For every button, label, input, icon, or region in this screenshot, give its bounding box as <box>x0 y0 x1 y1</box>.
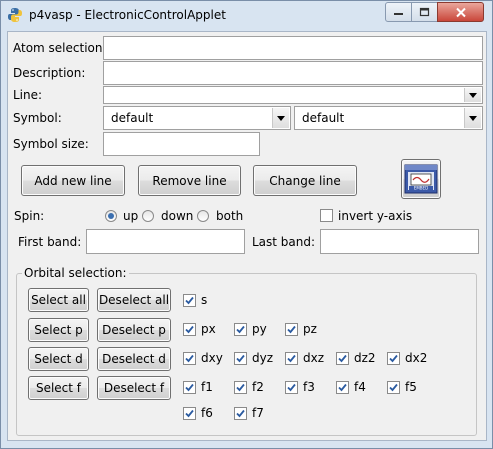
symbol-label: Symbol: <box>13 111 62 125</box>
minimize-button[interactable] <box>385 2 412 22</box>
select-d-button[interactable]: Select d <box>28 347 89 371</box>
add-new-line-button[interactable]: Add new line <box>21 165 125 196</box>
orbital-f2-label: f2 <box>252 380 264 394</box>
symbol-value-2: default <box>302 111 345 125</box>
orbital-f6-label: f6 <box>201 406 213 420</box>
chevron-down-icon[interactable] <box>464 88 481 102</box>
applet-panel: Atom selection: Description: Line: Symbo… <box>7 31 487 441</box>
svg-text:EMBED: EMBED <box>414 186 428 191</box>
spin-down-label: down <box>161 209 194 223</box>
symbol-dropdown-1[interactable]: default <box>103 106 291 130</box>
app-window: p4vasp - ElectronicControlApplet Atom se… <box>0 0 493 449</box>
orbital-f2-checkbox[interactable] <box>234 381 247 394</box>
symbol-value-1: default <box>111 111 154 125</box>
orbital-dx2-label: dx2 <box>405 351 428 365</box>
deselect-d-button[interactable]: Deselect d <box>97 347 171 371</box>
orbital-selection-title: Orbital selection: <box>22 266 129 280</box>
first-band-input[interactable] <box>86 229 245 254</box>
chevron-down-icon[interactable] <box>272 108 289 128</box>
orbital-dx2-checkbox[interactable] <box>387 352 400 365</box>
line-label: Line: <box>13 88 43 102</box>
orbital-pz-checkbox[interactable] <box>285 323 298 336</box>
orbital-f3-checkbox[interactable] <box>285 381 298 394</box>
orbital-py-checkbox[interactable] <box>234 323 247 336</box>
deselect-f-button[interactable]: Deselect f <box>97 376 171 400</box>
deselect-all-button[interactable]: Deselect all <box>97 288 171 312</box>
orbital-pz-label: pz <box>303 322 317 336</box>
select-f-button[interactable]: Select f <box>28 376 89 400</box>
symbol-size-input[interactable] <box>103 132 260 156</box>
description-input[interactable] <box>103 61 483 85</box>
remove-line-button[interactable]: Remove line <box>138 165 241 196</box>
select-all-button[interactable]: Select all <box>28 288 89 312</box>
embed-button[interactable]: EMBED <box>401 159 441 199</box>
spin-label: Spin: <box>14 209 45 223</box>
orbital-f4-label: f4 <box>354 380 366 394</box>
orbital-dxy-label: dxy <box>201 351 223 365</box>
spin-up-radio[interactable] <box>105 210 117 222</box>
orbital-f3-label: f3 <box>303 380 315 394</box>
deselect-p-button[interactable]: Deselect p <box>97 318 171 342</box>
close-icon <box>455 7 466 17</box>
orbital-f5-checkbox[interactable] <box>387 381 400 394</box>
embed-icon: EMBED <box>404 164 438 194</box>
close-button[interactable] <box>437 2 484 22</box>
maximize-button[interactable] <box>411 2 438 22</box>
orbital-dxz-label: dxz <box>303 351 325 365</box>
orbital-f5-label: f5 <box>405 380 417 394</box>
maximize-icon <box>419 7 429 17</box>
orbital-f4-checkbox[interactable] <box>336 381 349 394</box>
symbol-dropdown-2[interactable]: default <box>294 106 483 130</box>
spin-down-radio[interactable] <box>142 210 154 222</box>
orbital-f6-checkbox[interactable] <box>183 407 196 420</box>
orbital-f7-label: f7 <box>252 406 264 420</box>
change-line-button[interactable]: Change line <box>253 165 357 196</box>
select-p-button[interactable]: Select p <box>28 318 89 342</box>
atom-selection-input[interactable] <box>103 36 483 60</box>
orbital-s-checkbox[interactable] <box>183 294 196 307</box>
orbital-f7-checkbox[interactable] <box>234 407 247 420</box>
window-title: p4vasp - ElectronicControlApplet <box>29 8 226 22</box>
line-dropdown[interactable] <box>103 86 483 104</box>
orbital-f1-label: f1 <box>201 380 213 394</box>
spin-both-radio[interactable] <box>197 210 209 222</box>
invert-y-axis-checkbox[interactable] <box>320 209 333 222</box>
orbital-px-checkbox[interactable] <box>183 323 196 336</box>
spin-up-label: up <box>123 209 139 223</box>
title-bar[interactable]: p4vasp - ElectronicControlApplet <box>1 1 492 29</box>
python-icon <box>7 7 23 23</box>
description-label: Description: <box>13 66 86 80</box>
orbital-dyz-checkbox[interactable] <box>234 352 247 365</box>
invert-y-axis-label: invert y-axis <box>338 209 413 223</box>
orbital-py-label: py <box>252 322 267 336</box>
last-band-label: Last band: <box>252 235 316 249</box>
orbital-dxz-checkbox[interactable] <box>285 352 298 365</box>
orbital-dz2-checkbox[interactable] <box>336 352 349 365</box>
orbital-dz2-label: dz2 <box>354 351 376 365</box>
spin-both-label: both <box>216 209 244 223</box>
orbital-dxy-checkbox[interactable] <box>183 352 196 365</box>
atom-selection-label: Atom selection: <box>13 41 107 55</box>
symbol-size-label: Symbol size: <box>13 137 89 151</box>
last-band-input[interactable] <box>320 229 479 254</box>
chevron-down-icon[interactable] <box>464 108 481 128</box>
minimize-icon <box>393 13 403 15</box>
first-band-label: First band: <box>18 235 82 249</box>
orbital-s-label: s <box>201 293 208 307</box>
orbital-dyz-label: dyz <box>252 351 274 365</box>
orbital-f1-checkbox[interactable] <box>183 381 196 394</box>
orbital-px-label: px <box>201 322 216 336</box>
